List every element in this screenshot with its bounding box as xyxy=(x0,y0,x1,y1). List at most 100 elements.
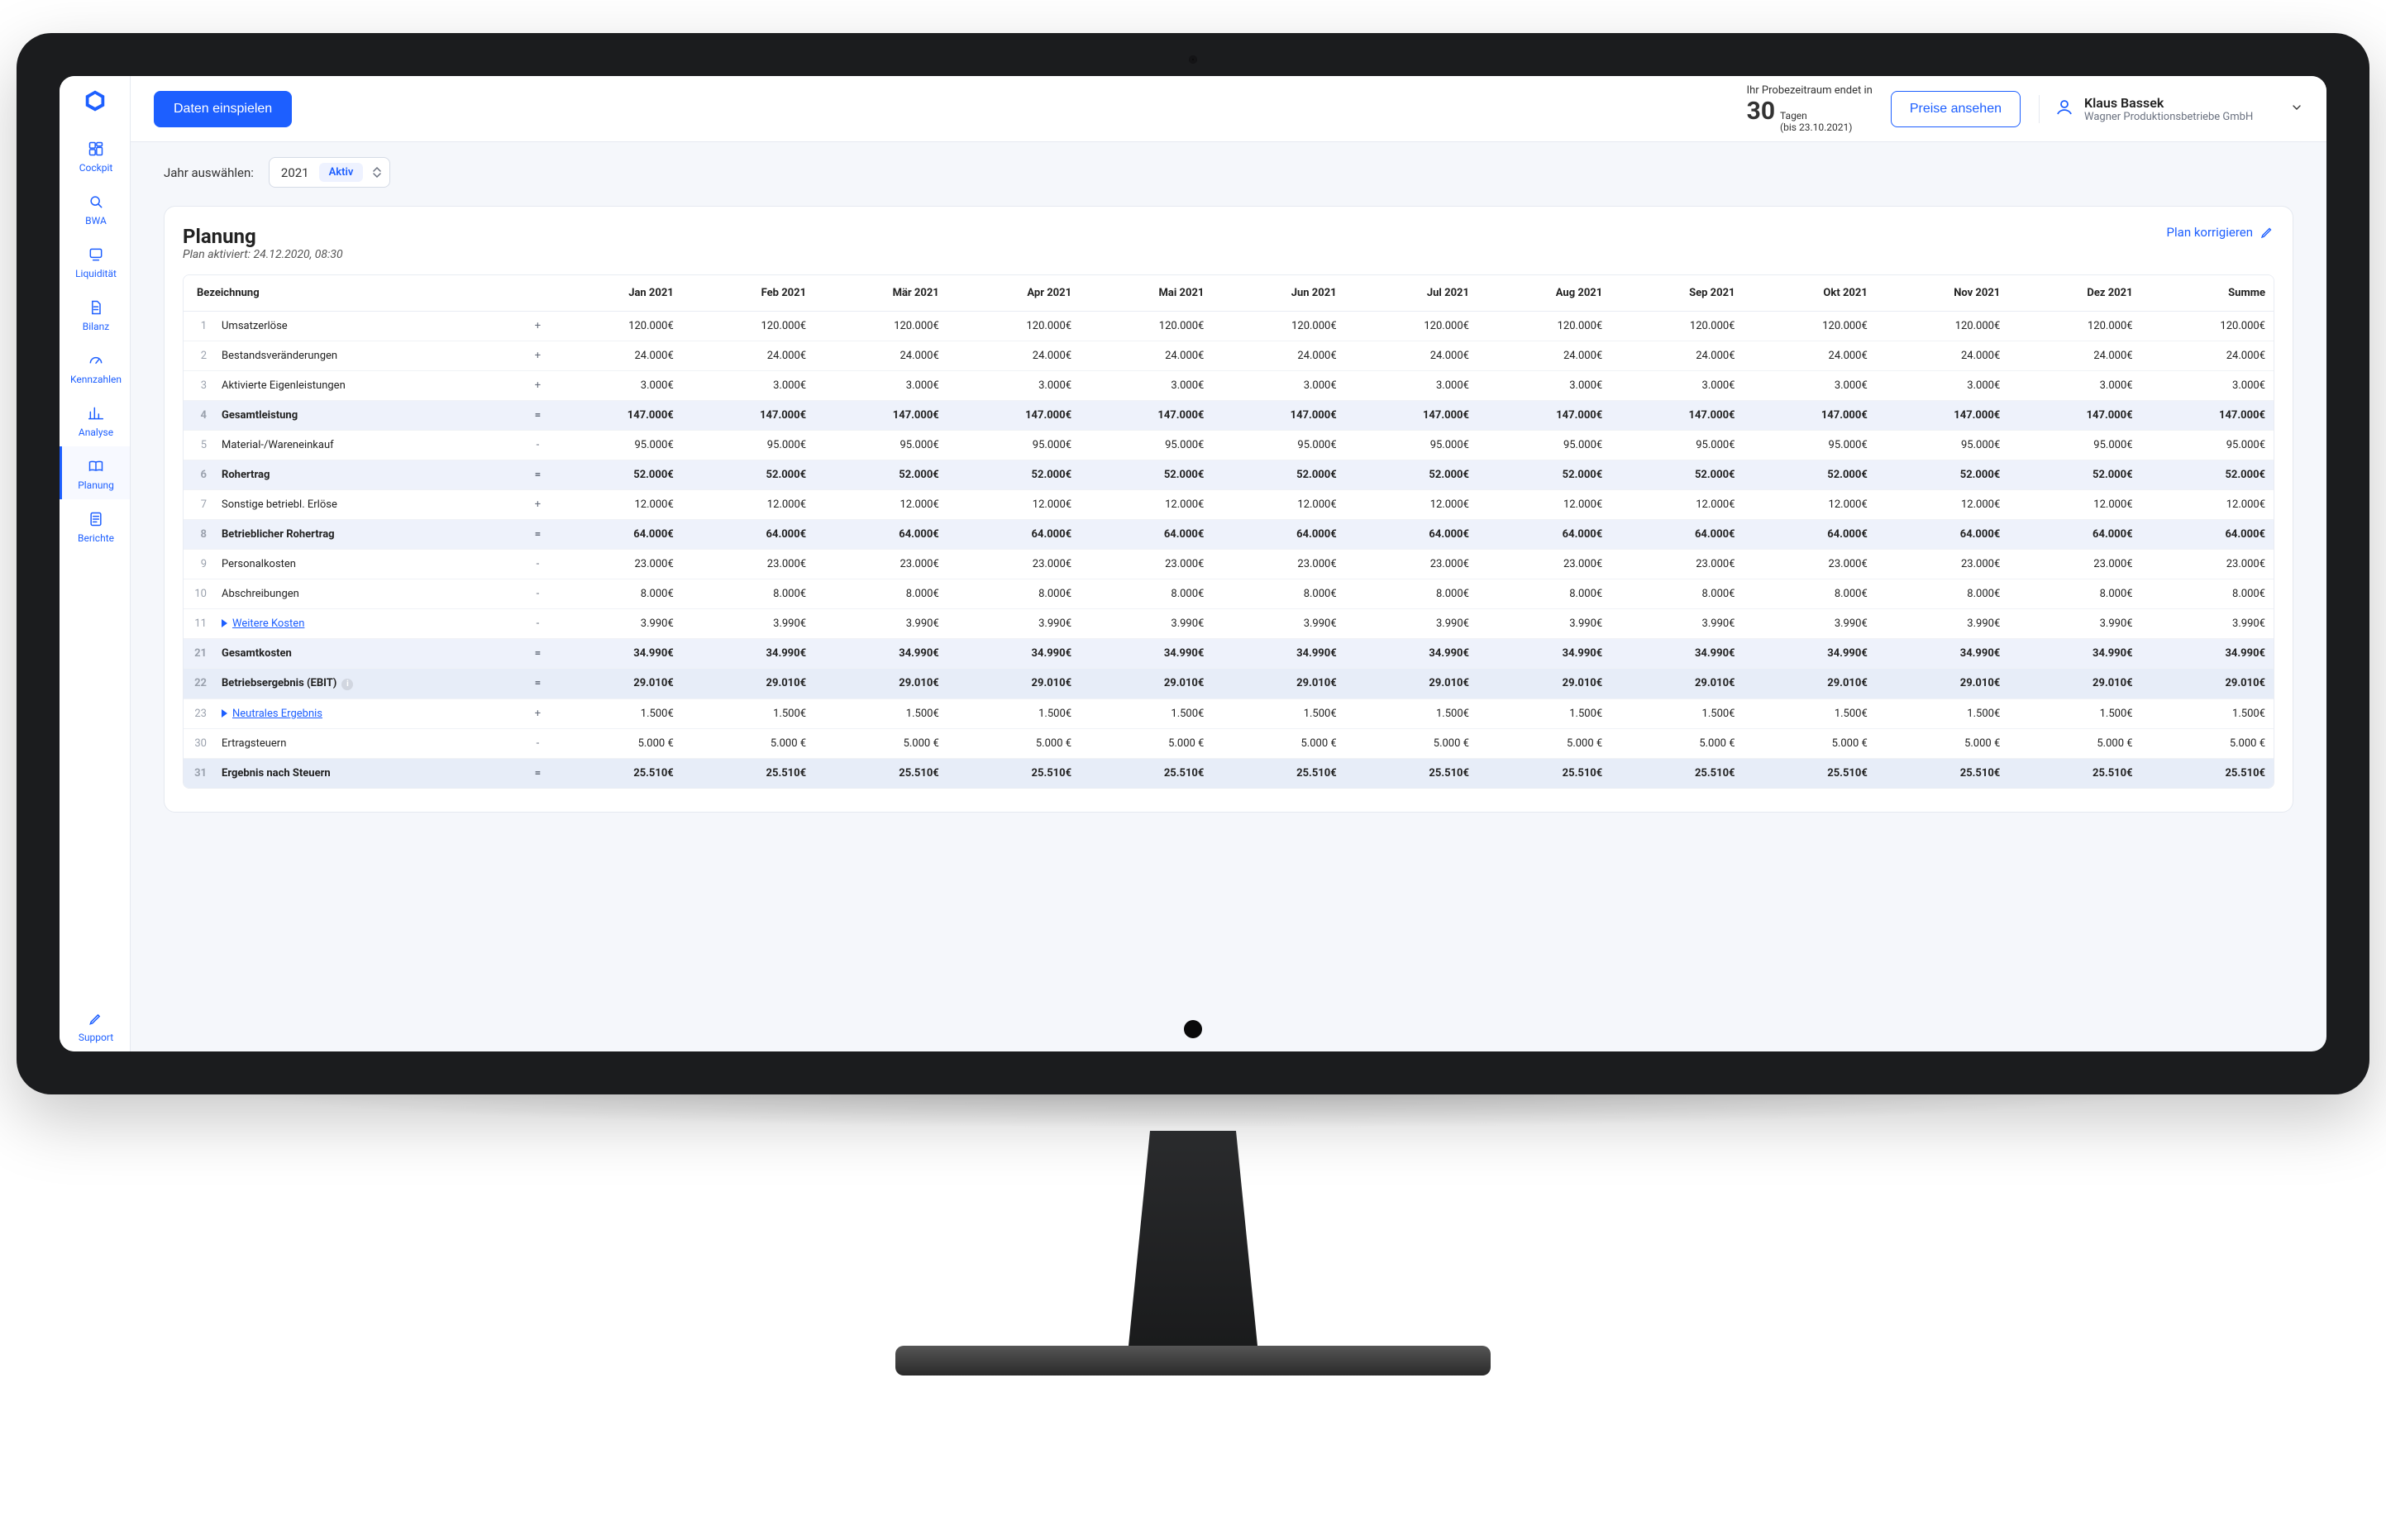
expand-triangle-icon[interactable] xyxy=(222,619,227,627)
cell-month: 95.000€ xyxy=(1876,431,2008,460)
cell-month: 8.000€ xyxy=(549,579,681,609)
cell-month: 29.010€ xyxy=(1477,669,1611,699)
cell-month: 52.000€ xyxy=(814,460,947,490)
user-company: Wagner Produktionsbetriebe GmbH xyxy=(2084,111,2253,123)
cell-month: 3.990€ xyxy=(814,609,947,639)
nav-liquiditaet[interactable]: Liquidität xyxy=(60,235,130,288)
user-name: Klaus Bassek xyxy=(2084,95,2253,111)
expand-triangle-icon[interactable] xyxy=(222,709,227,718)
panel-title: Planung xyxy=(183,225,343,248)
row-name: Betrieblicher Rohertrag xyxy=(213,520,526,550)
cell-month: 120.000€ xyxy=(1080,312,1212,341)
table-row: 23Neutrales Ergebnis+1.500€1.500€1.500€1… xyxy=(184,698,2274,728)
row-index: 11 xyxy=(184,609,213,639)
cell-month: 64.000€ xyxy=(2008,520,2140,550)
row-link[interactable]: Weitere Kosten xyxy=(232,617,304,630)
cell-month: 12.000€ xyxy=(1876,490,2008,520)
row-name: Ertragsteuern xyxy=(213,728,526,758)
row-name: Gesamtkosten xyxy=(213,639,526,669)
cell-month: 64.000€ xyxy=(682,520,814,550)
nav-planung[interactable]: Planung xyxy=(60,446,130,499)
cell-month: 24.000€ xyxy=(1212,341,1344,371)
cell-month: 95.000€ xyxy=(682,431,814,460)
trial-until: (bis 23.10.2021) xyxy=(1780,122,1852,133)
cell-month: 3.000€ xyxy=(1477,371,1611,401)
row-link[interactable]: Neutrales Ergebnis xyxy=(232,708,322,720)
chevron-down-icon xyxy=(2290,101,2303,117)
cell-month: 34.990€ xyxy=(947,639,1080,669)
cell-sum: 12.000€ xyxy=(2141,490,2274,520)
nav-support[interactable]: Support xyxy=(60,999,130,1051)
nav-cockpit[interactable]: Cockpit xyxy=(60,129,130,182)
cell-month: 95.000€ xyxy=(1744,431,1876,460)
trial-prefix: Ihr Probezeitraum endet in xyxy=(1747,84,1873,97)
cell-month: 3.990€ xyxy=(2008,609,2140,639)
cell-sum: 8.000€ xyxy=(2141,579,2274,609)
cell-month: 1.500€ xyxy=(682,698,814,728)
cell-month: 1.500€ xyxy=(1212,698,1344,728)
cell-month: 52.000€ xyxy=(947,460,1080,490)
report-icon xyxy=(86,509,106,529)
user-avatar-icon xyxy=(2054,98,2074,121)
chart-icon xyxy=(86,403,106,423)
col-month: Apr 2021 xyxy=(947,275,1080,312)
nav-bwa[interactable]: BWA xyxy=(60,182,130,235)
cell-month: 23.000€ xyxy=(1345,550,1477,579)
nav-analyse[interactable]: Analyse xyxy=(60,393,130,446)
table-row: 21Gesamtkosten=34.990€34.990€34.990€34.9… xyxy=(184,639,2274,669)
cell-month: 120.000€ xyxy=(1611,312,1743,341)
cell-month: 23.000€ xyxy=(1477,550,1611,579)
cell-month: 64.000€ xyxy=(1744,520,1876,550)
cell-month: 8.000€ xyxy=(947,579,1080,609)
edit-plan-link[interactable]: Plan korrigieren xyxy=(2167,225,2274,240)
table-row: 8Betrieblicher Rohertrag=64.000€64.000€6… xyxy=(184,520,2274,550)
app-logo[interactable] xyxy=(80,86,110,116)
row-name[interactable]: Neutrales Ergebnis xyxy=(213,698,526,728)
cell-month: 29.010€ xyxy=(947,669,1080,699)
user-menu[interactable]: Klaus Bassek Wagner Produktionsbetriebe … xyxy=(2039,95,2303,123)
cell-month: 5.000 € xyxy=(1744,728,1876,758)
col-month: Summe xyxy=(2141,275,2274,312)
nav-kennzahlen[interactable]: Kennzahlen xyxy=(60,341,130,393)
cell-month: 52.000€ xyxy=(1611,460,1743,490)
row-operator: + xyxy=(526,698,549,728)
col-month: Mai 2021 xyxy=(1080,275,1212,312)
cell-month: 1.500€ xyxy=(1876,698,2008,728)
cell-month: 95.000€ xyxy=(549,431,681,460)
cell-month: 5.000 € xyxy=(814,728,947,758)
cell-month: 3.990€ xyxy=(1345,609,1477,639)
cell-month: 120.000€ xyxy=(814,312,947,341)
cell-sum: 24.000€ xyxy=(2141,341,2274,371)
info-icon[interactable]: i xyxy=(341,679,353,690)
cell-month: 23.000€ xyxy=(1876,550,2008,579)
planning-table: BezeichnungJan 2021Feb 2021Mär 2021Apr 2… xyxy=(184,275,2274,788)
row-operator: = xyxy=(526,460,549,490)
cell-month: 12.000€ xyxy=(814,490,947,520)
pricing-button[interactable]: Preise ansehen xyxy=(1891,91,2021,127)
cell-sum: 3.000€ xyxy=(2141,371,2274,401)
import-button[interactable]: Daten einspielen xyxy=(154,91,292,127)
cell-month: 1.500€ xyxy=(1611,698,1743,728)
row-index: 7 xyxy=(184,490,213,520)
nav-bilanz[interactable]: Bilanz xyxy=(60,288,130,341)
cell-month: 23.000€ xyxy=(814,550,947,579)
year-select[interactable]: 2021 Aktiv xyxy=(269,157,391,188)
table-row: 9Personalkosten-23.000€23.000€23.000€23.… xyxy=(184,550,2274,579)
cell-month: 24.000€ xyxy=(814,341,947,371)
row-operator: + xyxy=(526,371,549,401)
cell-month: 3.990€ xyxy=(682,609,814,639)
cell-month: 64.000€ xyxy=(1876,520,2008,550)
dashboard-icon xyxy=(86,139,106,159)
row-name[interactable]: Weitere Kosten xyxy=(213,609,526,639)
cell-month: 1.500€ xyxy=(947,698,1080,728)
monitor-base xyxy=(895,1346,1491,1376)
cell-month: 25.510€ xyxy=(682,758,814,788)
cell-sum: 95.000€ xyxy=(2141,431,2274,460)
home-button-icon xyxy=(1184,1020,1202,1038)
cell-sum: 147.000€ xyxy=(2141,401,2274,431)
nav-berichte[interactable]: Berichte xyxy=(60,499,130,552)
cell-month: 24.000€ xyxy=(1345,341,1477,371)
cell-month: 1.500€ xyxy=(1477,698,1611,728)
cell-month: 5.000 € xyxy=(1212,728,1344,758)
col-month: Okt 2021 xyxy=(1744,275,1876,312)
